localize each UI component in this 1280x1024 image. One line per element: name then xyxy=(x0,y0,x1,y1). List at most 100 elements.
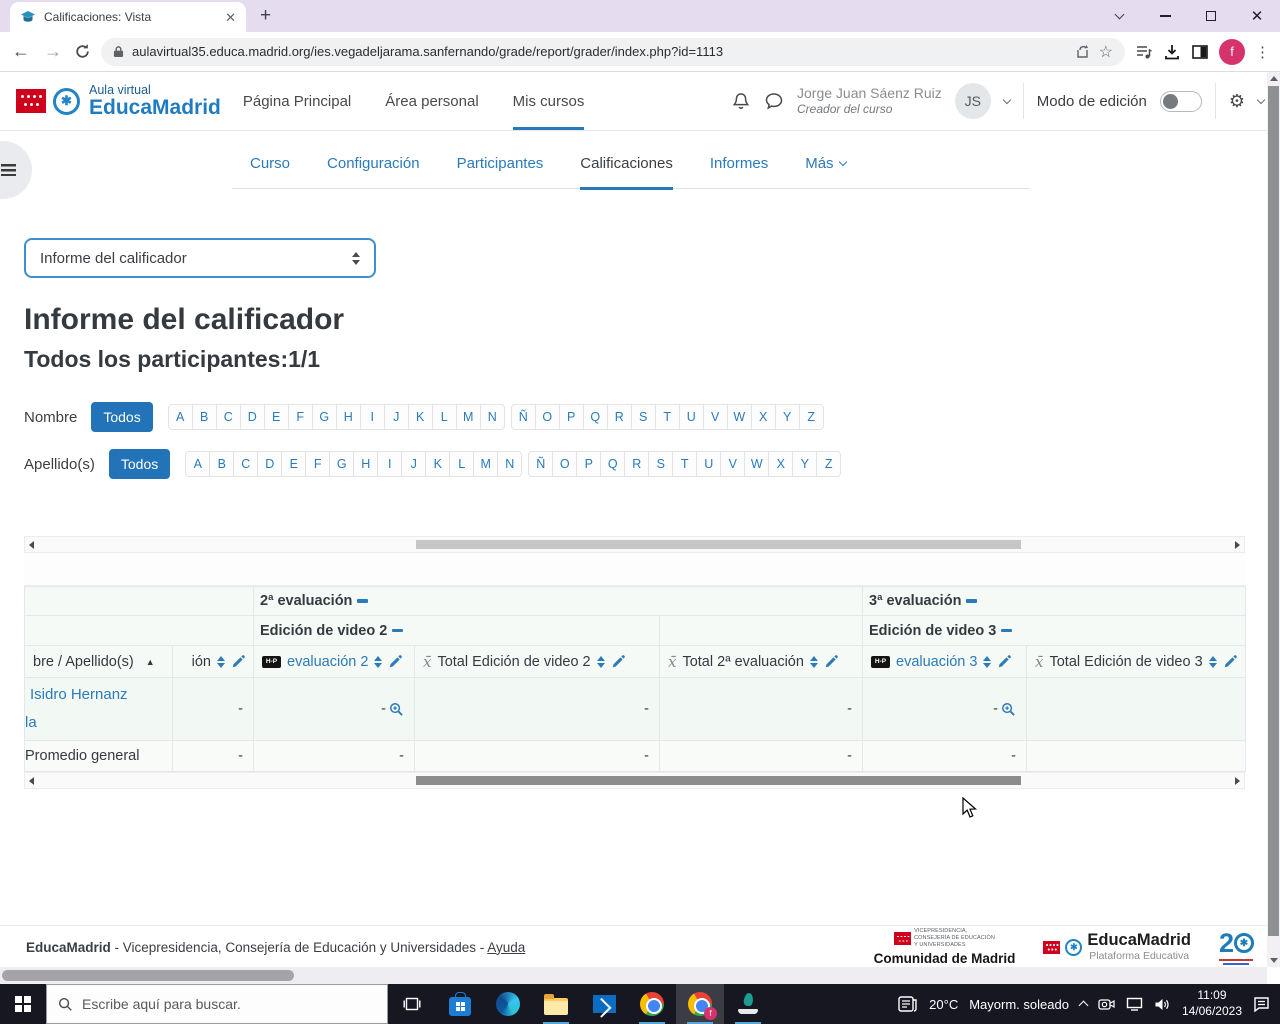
letter-button[interactable]: U xyxy=(696,451,722,477)
collapse-icon[interactable] xyxy=(1001,628,1013,633)
scroll-down-icon[interactable] xyxy=(1269,958,1278,963)
letter-button[interactable]: B xyxy=(191,404,217,430)
letter-button[interactable]: D xyxy=(257,451,283,477)
clock[interactable]: 11:09 14/06/2023 xyxy=(1182,988,1242,1019)
edit-icon[interactable] xyxy=(388,654,403,669)
letter-button[interactable]: Y xyxy=(792,451,818,477)
firstname-all-button[interactable]: Todos xyxy=(91,402,153,432)
course-tab-2[interactable]: Participantes xyxy=(457,155,544,190)
letter-button[interactable]: Z xyxy=(798,404,824,430)
course-index-drawer-button[interactable] xyxy=(0,141,32,199)
letter-button[interactable]: E xyxy=(281,451,307,477)
url-bar[interactable]: aulavirtual35.educa.madrid.org/ies.vegad… xyxy=(101,37,1125,66)
sort-asc-icon[interactable]: ▲ xyxy=(146,657,155,667)
letter-button[interactable]: Ñ xyxy=(528,451,554,477)
course-tab-0[interactable]: Curso xyxy=(250,155,290,190)
help-link[interactable]: Ayuda xyxy=(487,940,525,955)
messages-icon[interactable] xyxy=(764,91,784,111)
edit-icon[interactable] xyxy=(611,654,625,669)
report-view-select[interactable]: Informe del calificador xyxy=(24,238,376,278)
letter-button[interactable]: A xyxy=(185,451,211,477)
letter-button[interactable]: P xyxy=(576,451,602,477)
tab-search-icon[interactable] xyxy=(1096,0,1142,32)
letter-button[interactable]: O xyxy=(552,451,578,477)
letter-button[interactable]: L xyxy=(449,451,475,477)
user-menu-chevron-icon[interactable] xyxy=(1002,95,1012,104)
letter-button[interactable]: Q xyxy=(600,451,626,477)
side-panel-icon[interactable] xyxy=(1191,43,1209,61)
weather-temp[interactable]: 20°C xyxy=(929,997,958,1012)
letter-button[interactable]: F xyxy=(305,451,331,477)
back-icon[interactable]: ← xyxy=(10,41,32,62)
letter-button[interactable]: J xyxy=(383,404,409,430)
task-view-button[interactable] xyxy=(388,984,436,1024)
sort-icon[interactable] xyxy=(374,655,383,668)
media-controls-icon[interactable] xyxy=(1135,43,1153,61)
hidden-icons-chevron[interactable] xyxy=(1078,1000,1089,1011)
collapse-icon[interactable] xyxy=(966,599,978,603)
letter-button[interactable]: M xyxy=(473,451,499,477)
start-button[interactable] xyxy=(0,984,46,1024)
letter-button[interactable]: X xyxy=(768,451,794,477)
app-icon[interactable] xyxy=(724,984,772,1024)
network-display-icon[interactable] xyxy=(1126,997,1143,1011)
sort-icon[interactable] xyxy=(809,655,818,668)
edit-icon[interactable] xyxy=(997,654,1012,669)
letter-button[interactable]: N xyxy=(497,451,523,477)
letter-button[interactable]: A xyxy=(167,404,193,430)
scrollbar-thumb[interactable] xyxy=(416,776,1021,785)
grade-cell[interactable]: - xyxy=(172,677,254,741)
letter-button[interactable]: Ñ xyxy=(510,404,536,430)
letter-button[interactable]: X xyxy=(750,404,776,430)
collapse-icon[interactable] xyxy=(392,628,404,633)
new-tab-button[interactable]: + xyxy=(260,5,271,27)
window-minimize-button[interactable] xyxy=(1142,0,1188,32)
file-explorer-icon[interactable] xyxy=(532,984,580,1024)
mail-icon[interactable] xyxy=(580,984,628,1024)
table-scrollbar-bottom[interactable] xyxy=(24,772,1245,789)
letter-button[interactable]: W xyxy=(744,451,770,477)
share-icon[interactable] xyxy=(1075,44,1091,60)
edge-icon[interactable] xyxy=(484,984,532,1024)
chrome-icon[interactable] xyxy=(628,984,676,1024)
sort-icon[interactable] xyxy=(983,655,992,668)
grade-cell[interactable]: - xyxy=(658,677,864,741)
course-tab-3[interactable]: Calificaciones xyxy=(580,155,673,190)
bookmark-star-icon[interactable]: ☆ xyxy=(1099,42,1113,62)
chrome-active-icon[interactable]: f xyxy=(676,984,724,1024)
grade-cell[interactable]: - xyxy=(414,677,660,741)
letter-button[interactable]: H xyxy=(335,404,361,430)
edit-icon[interactable] xyxy=(1223,654,1237,669)
letter-button[interactable]: I xyxy=(359,404,385,430)
letter-button[interactable]: T xyxy=(654,404,680,430)
letter-button[interactable]: N xyxy=(479,404,505,430)
lastname-all-button[interactable]: Todos xyxy=(108,449,171,479)
scroll-left-icon[interactable] xyxy=(29,540,34,549)
letter-button[interactable]: K xyxy=(407,404,433,430)
scrollbar-thumb[interactable] xyxy=(1268,86,1279,936)
scrollbar-thumb[interactable] xyxy=(2,970,294,981)
letter-button[interactable]: W xyxy=(726,404,752,430)
header-nav-item-1[interactable]: Área personal xyxy=(385,72,478,130)
gear-icon[interactable]: ⚙ xyxy=(1229,92,1245,110)
header-nav-item-2[interactable]: Mis cursos xyxy=(512,72,585,130)
letter-button[interactable]: C xyxy=(215,404,241,430)
sort-icon[interactable] xyxy=(217,655,225,668)
grade-cell[interactable]: - xyxy=(253,677,415,741)
taskbar-search[interactable]: Escribe aquí para buscar. xyxy=(46,984,388,1024)
letter-button[interactable]: P xyxy=(558,404,584,430)
letter-button[interactable]: L xyxy=(431,404,457,430)
window-close-button[interactable]: ✕ xyxy=(1234,0,1280,32)
page-horizontal-scrollbar[interactable] xyxy=(0,967,1267,984)
scrollbar-thumb[interactable] xyxy=(416,540,1021,549)
news-weather-icon[interactable] xyxy=(898,995,918,1013)
letter-button[interactable]: G xyxy=(311,404,337,430)
letter-button[interactable]: I xyxy=(377,451,403,477)
forward-icon[interactable]: → xyxy=(42,41,64,62)
letter-button[interactable]: U xyxy=(678,404,704,430)
column-label[interactable]: bre / Apellido(s) xyxy=(33,654,134,670)
user-avatar[interactable]: JS xyxy=(954,83,991,119)
microsoft-store-icon[interactable] xyxy=(436,984,484,1024)
scroll-right-icon[interactable] xyxy=(1235,540,1240,549)
browser-menu-icon[interactable]: ⋮ xyxy=(1255,43,1270,61)
